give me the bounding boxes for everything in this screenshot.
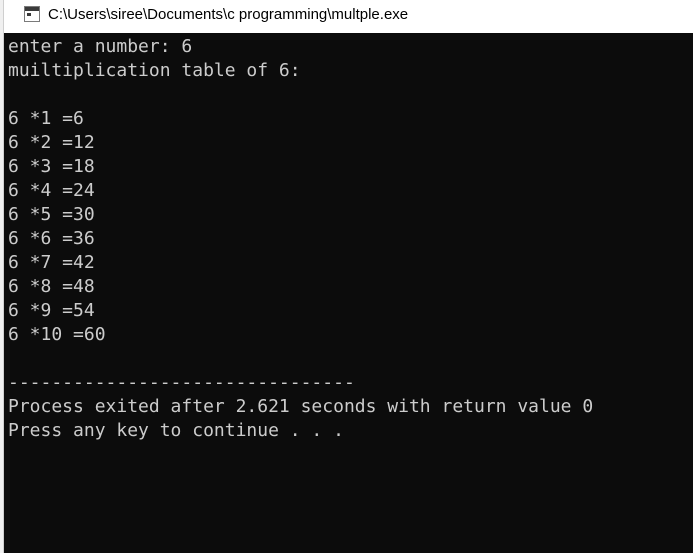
console-line-row-1: 6 *1 =6 [8,108,84,129]
window-title: C:\Users\siree\Documents\c programming\m… [48,6,409,23]
console-line-row-9: 6 *9 =54 [8,300,95,321]
console-line-continue-prompt: Press any key to continue . . . [8,420,344,441]
console-line-row-8: 6 *8 =48 [8,276,95,297]
console-line-row-4: 6 *4 =24 [8,180,95,201]
console-line-row-7: 6 *7 =42 [8,252,95,273]
console-line-blank [8,83,593,107]
console-line-prompt: enter a number: 6 [8,36,193,57]
console-line-row-5: 6 *5 =30 [8,204,95,225]
console-line-row-10: 6 *10 =60 [8,324,106,345]
console-line-row-2: 6 *2 =12 [8,132,95,153]
console-lines: enter a number: 6 muiltiplication table … [8,35,593,443]
console-output-area[interactable]: enter a number: 6 muiltiplication table … [4,33,693,553]
console-window: C:\Users\siree\Documents\c programming\m… [0,0,693,553]
console-line-table-header: muiltiplication table of 6: [8,60,301,81]
console-line-row-3: 6 *3 =18 [8,156,95,177]
console-line-separator: -------------------------------- [8,372,355,393]
console-app-icon[interactable] [24,6,40,22]
console-line-row-6: 6 *6 =36 [8,228,95,249]
title-bar[interactable]: C:\Users\siree\Documents\c programming\m… [4,0,693,33]
console-line-blank [8,347,593,371]
console-line-exit-status: Process exited after 2.621 seconds with … [8,396,594,417]
